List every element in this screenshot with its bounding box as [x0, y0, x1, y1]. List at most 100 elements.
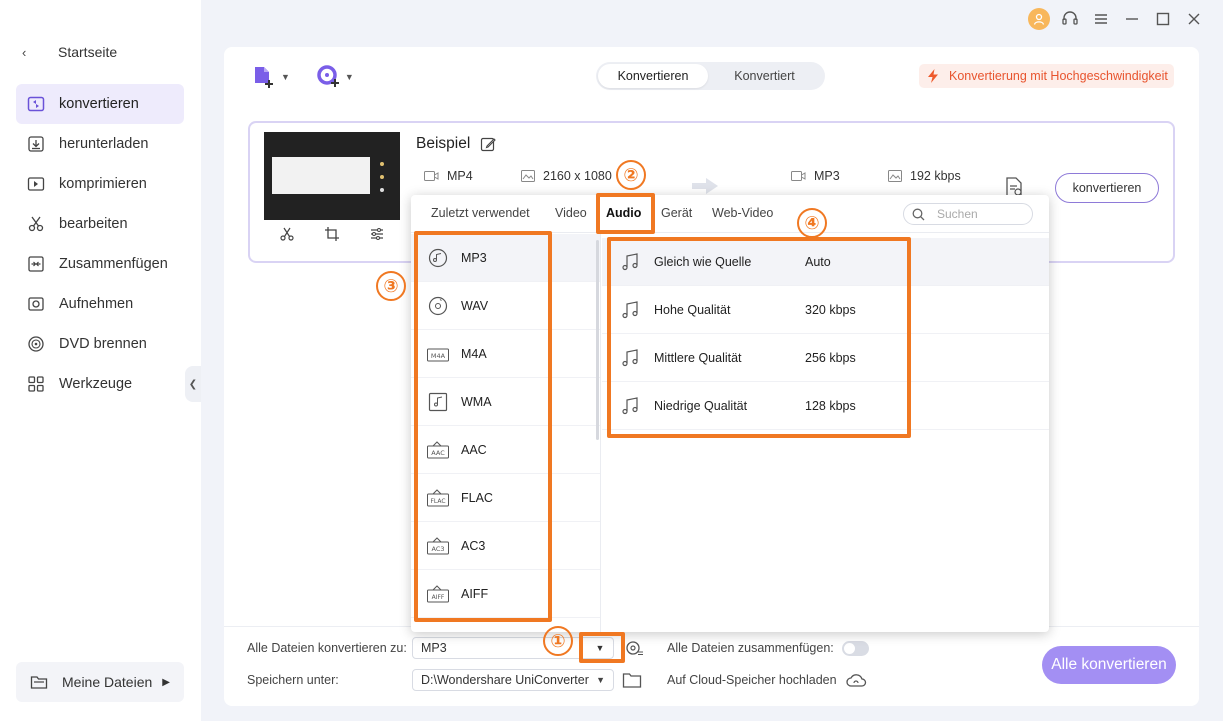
convert-all-button[interactable]: Alle konvertieren	[1042, 646, 1176, 684]
ac3-icon: AC3	[427, 535, 449, 557]
m4a-icon: M4A	[427, 343, 449, 365]
annotation-badge-4: ④	[797, 208, 827, 238]
svg-text:AIFF: AIFF	[432, 594, 445, 601]
tab-konvertiert[interactable]: Konvertiert	[708, 64, 821, 88]
format-item-ac3[interactable]: AC3 AC3	[411, 522, 600, 570]
dvd-icon	[26, 334, 46, 354]
format-search-input[interactable]: Suchen	[903, 203, 1033, 225]
chevron-right-icon: ▶	[162, 676, 170, 688]
convert-file-button[interactable]: konvertieren	[1055, 173, 1159, 203]
toggle-knob	[844, 643, 855, 654]
format-list-scrollbar[interactable]	[596, 240, 599, 440]
format-item-flac[interactable]: FLAC FLAC	[411, 474, 600, 522]
chevron-down-icon: ▼	[595, 643, 605, 653]
tab-recent[interactable]: Zuletzt verwendet	[431, 206, 530, 220]
format-item-wma[interactable]: WMA	[411, 378, 600, 426]
tools-icon	[26, 374, 46, 394]
output-format-dropdown-button[interactable]: ▼	[590, 640, 610, 656]
sidebar-item-dvd-brennen[interactable]: DVD brennen	[16, 324, 184, 364]
format-item-aiff[interactable]: AIFF AIFF	[411, 570, 600, 618]
resolution-icon	[521, 170, 535, 182]
folder-icon	[30, 674, 50, 690]
quality-item-low[interactable]: Niedrige Qualität 128 kbps	[602, 382, 1049, 430]
close-button[interactable]	[1181, 8, 1207, 30]
thumbnail-detail	[380, 188, 384, 192]
convert-all-to-label: Alle Dateien konvertieren zu:	[247, 641, 407, 655]
crop-button[interactable]	[324, 226, 340, 247]
thumbnail-toolbar	[264, 220, 400, 252]
merge-all-label: Alle Dateien zusammenfügen:	[667, 641, 834, 655]
tab-web-video[interactable]: Web-Video	[712, 206, 773, 220]
video-file-icon	[424, 170, 439, 182]
format-label: AC3	[461, 538, 486, 553]
close-icon	[1188, 13, 1200, 25]
aac-icon: AAC	[427, 439, 449, 461]
trim-button[interactable]	[279, 226, 295, 247]
file-name: Beispiel	[416, 135, 471, 152]
format-item-wav[interactable]: WAV	[411, 282, 600, 330]
minimize-button[interactable]	[1119, 8, 1145, 30]
quality-item-medium[interactable]: Mittlere Qualität 256 kbps	[602, 334, 1049, 382]
sidebar-item-zusammenfuegen[interactable]: Zusammenfügen	[16, 244, 184, 284]
arrow-right-icon	[692, 178, 718, 194]
format-label: FLAC	[461, 490, 493, 505]
svg-text:AAC: AAC	[431, 449, 445, 457]
target-format: MP3	[791, 169, 840, 183]
merge-all-toggle[interactable]	[842, 641, 869, 656]
audio-format-list: MP3 WAV M4A M4A WMA AAC AAC FLAC FLAC AC…	[411, 234, 601, 632]
tab-konvertieren[interactable]: Konvertieren	[598, 64, 708, 88]
sidebar-item-werkzeuge[interactable]: Werkzeuge	[16, 364, 184, 404]
high-speed-label: Konvertierung mit Hochgeschwindigkeit	[949, 69, 1168, 83]
crop-icon	[324, 226, 339, 241]
quality-item-source[interactable]: Gleich wie Quelle Auto	[602, 238, 1049, 286]
menu-button[interactable]	[1088, 8, 1114, 30]
my-files-label: Meine Dateien	[62, 674, 153, 690]
save-path-select[interactable]: D:\Wondershare UniConverter ▼	[412, 669, 614, 691]
output-settings-button[interactable]	[624, 638, 644, 663]
mode-switch: Konvertieren Konvertiert	[596, 62, 825, 90]
aiff-icon: AIFF	[427, 583, 449, 605]
quality-name: Niedrige Qualität	[654, 398, 748, 413]
maximize-button[interactable]	[1150, 8, 1176, 30]
target-format-value: MP3	[814, 169, 840, 183]
chevron-left-icon: ‹	[22, 44, 27, 60]
video-thumbnail[interactable]	[264, 132, 400, 220]
open-folder-button[interactable]	[622, 671, 642, 694]
rename-button[interactable]	[480, 136, 497, 152]
format-item-mp3[interactable]: MP3	[411, 234, 600, 282]
home-link[interactable]: ‹ Startseite	[22, 40, 117, 64]
quality-name: Hohe Qualität	[654, 302, 731, 317]
tab-audio[interactable]: Audio	[606, 206, 641, 220]
account-button[interactable]	[1026, 8, 1052, 30]
format-item-aac[interactable]: AAC AAC	[411, 426, 600, 474]
chevron-left-icon: ❮	[188, 378, 198, 390]
effects-button[interactable]	[369, 226, 385, 247]
cloud-upload-button[interactable]	[845, 671, 867, 694]
sidebar-collapse-button[interactable]: ❮	[185, 366, 201, 402]
sidebar-item-label: Aufnehmen	[59, 296, 134, 312]
tab-video[interactable]: Video	[555, 206, 587, 220]
sidebar-item-aufnehmen[interactable]: Aufnehmen	[16, 284, 184, 324]
mp3-disc-icon	[427, 247, 449, 269]
wma-icon	[427, 391, 449, 413]
add-file-button[interactable]: ▼	[252, 64, 290, 90]
tab-device[interactable]: Gerät	[661, 206, 692, 220]
search-icon	[912, 208, 925, 221]
add-disc-button[interactable]: ▼	[316, 64, 354, 90]
quality-name: Mittlere Qualität	[654, 350, 742, 365]
sidebar-item-herunterladen[interactable]: herunterladen	[16, 124, 184, 164]
convert-icon	[26, 94, 46, 114]
sidebar-item-konvertieren[interactable]: konvertieren	[16, 84, 184, 124]
output-format-select[interactable]: MP3	[412, 637, 614, 659]
support-button[interactable]	[1057, 8, 1083, 30]
format-item-m4a[interactable]: M4A M4A	[411, 330, 600, 378]
my-files-button[interactable]: Meine Dateien ▶	[16, 662, 184, 702]
high-speed-button[interactable]: Konvertierung mit Hochgeschwindigkeit	[919, 64, 1174, 88]
thumbnail-detail	[380, 162, 384, 166]
headset-icon	[1062, 11, 1078, 25]
quality-item-high[interactable]: Hohe Qualität 320 kbps	[602, 286, 1049, 334]
search-placeholder: Suchen	[937, 207, 978, 221]
merge-icon	[26, 254, 46, 274]
sidebar-item-bearbeiten[interactable]: bearbeiten	[16, 204, 184, 244]
sidebar-item-komprimieren[interactable]: komprimieren	[16, 164, 184, 204]
